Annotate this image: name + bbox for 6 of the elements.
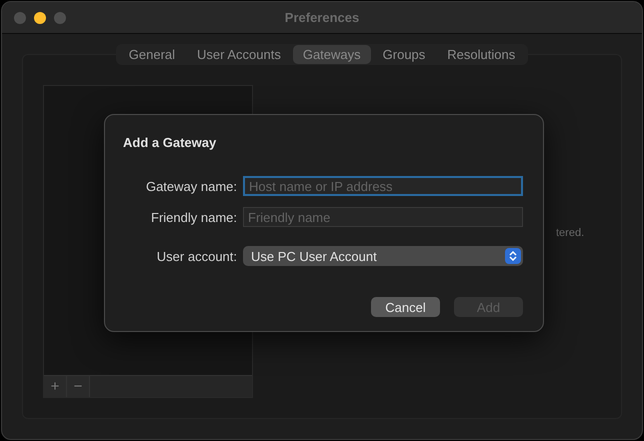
field-label: Friendly name: (150, 210, 238, 224)
field-label: User account: (156, 248, 238, 264)
dialog-title: Add a Gateway (123, 135, 218, 150)
window-title: Preferences (284, 10, 360, 25)
info-text: tered. (556, 227, 584, 239)
field-label: Gateway name: (144, 178, 238, 194)
